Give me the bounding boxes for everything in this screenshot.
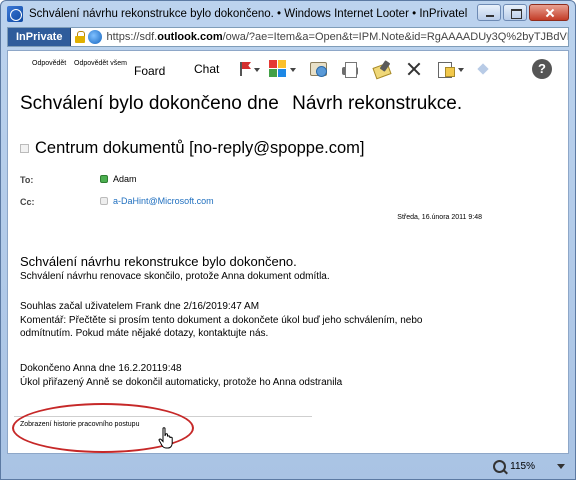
subject-part-1: Schválení bylo dokončeno dne: [20, 93, 279, 114]
rules-icon[interactable]: [372, 59, 392, 79]
flag-dropdown-icon[interactable]: [254, 68, 260, 72]
offline-presence-icon: [100, 197, 108, 205]
move-to-folder-icon[interactable]: [436, 59, 456, 79]
to-recipient-name: Adam: [113, 174, 137, 184]
inprivate-badge[interactable]: InPrivate: [8, 28, 72, 46]
flag-icon[interactable]: [234, 59, 254, 79]
body-line-1: Schválení návrhu renovace skončilo, prot…: [20, 271, 330, 282]
body-approval-block: Souhlas začal uživatelem Frank dne 2/16/…: [20, 300, 423, 341]
body-completed: Dokončeno Anna dne 16.2.20119:48: [20, 363, 182, 374]
sender-name[interactable]: Centrum dokumentů [no-reply@spoppe.com]: [35, 139, 365, 158]
body-title: Schválení návrhu rekonstrukce bylo dokon…: [20, 254, 297, 269]
forward-button[interactable]: Foard: [134, 64, 165, 78]
zoom-dropdown-icon[interactable]: [557, 463, 565, 469]
content-viewport: Odpovědět Odpovědět všem Foard Chat ? Sc…: [7, 50, 569, 454]
zoom-level: 115%: [510, 460, 535, 472]
browser-window: Schválení návrhu rekonstrukce bylo dokon…: [0, 0, 576, 480]
caption-buttons: [477, 4, 569, 21]
cc-recipient-name: a-DaHint@Microsoft.com: [113, 196, 214, 206]
maximize-button[interactable]: [503, 4, 527, 21]
minimize-button[interactable]: [477, 4, 501, 21]
body-auto: Úkol přiřazený Anně se dokončil automati…: [20, 376, 343, 388]
body-started: Souhlas začal uživatelem Frank dne 2/16/…: [20, 301, 260, 312]
site-favicon-icon: [88, 30, 103, 44]
close-button[interactable]: [529, 4, 569, 21]
body-comment-2: odmítnutím. Pokud máte nějaké dotazy, ko…: [20, 328, 269, 339]
browser-logo-icon: [7, 6, 23, 22]
to-label: To:: [20, 175, 34, 185]
security-indicator[interactable]: [75, 30, 103, 44]
reply-all-button[interactable]: Odpovědět všem: [74, 60, 127, 67]
chat-button[interactable]: Chat: [194, 62, 219, 76]
cc-recipient[interactable]: a-DaHint@Microsoft.com: [100, 196, 214, 206]
status-bar: 115%: [1, 455, 575, 477]
cc-label: Cc:: [20, 197, 35, 207]
to-recipient[interactable]: Adam: [100, 174, 137, 184]
delete-icon[interactable]: [404, 59, 424, 79]
address-bar[interactable]: InPrivate https://sdf.outlook.com/owa/?a…: [7, 27, 569, 47]
online-presence-icon: [100, 175, 108, 183]
zoom-control[interactable]: 115%: [493, 459, 565, 473]
meeting-icon[interactable]: [308, 59, 328, 79]
url-field[interactable]: https://sdf.outlook.com/owa/?ae=Item&a=O…: [106, 31, 568, 43]
reply-button[interactable]: Odpovědět: [32, 60, 66, 67]
window-title: Schválení návrhu rekonstrukce bylo dokon…: [29, 8, 468, 20]
lock-icon: [75, 31, 86, 43]
categories-icon[interactable]: [268, 59, 288, 79]
body-completed-block: Dokončeno Anna dne 16.2.20119:48 Úkol př…: [20, 362, 342, 389]
title-bar: Schválení návrhu rekonstrukce bylo dokon…: [1, 1, 575, 27]
message-subject: Schválení bylo dokončeno dne Návrh rekon…: [20, 93, 462, 115]
navigate-icon[interactable]: [474, 59, 494, 79]
body-heading-block: Schválení návrhu rekonstrukce bylo dokon…: [20, 254, 330, 284]
zoom-icon: [493, 459, 507, 473]
sender-row: Centrum dokumentů [no-reply@spoppe.com]: [20, 139, 365, 158]
sent-date: Středa, 16.února 2011 9:48: [397, 214, 482, 221]
url-domain: outlook.com: [157, 31, 223, 43]
url-rest: /owa/?ae=Item&a=Open&t=IPM.Note&id=RgAAA…: [222, 31, 568, 43]
subject-part-2: Návrh rekonstrukce.: [292, 93, 463, 114]
sender-presence-icon: [20, 144, 29, 153]
help-icon[interactable]: ?: [532, 59, 552, 79]
body-comment-1: Komentář: Přečtěte si prosím tento dokum…: [20, 314, 423, 326]
categories-dropdown-icon[interactable]: [290, 68, 296, 72]
move-dropdown-icon[interactable]: [458, 68, 464, 72]
url-prefix: https://sdf.: [106, 31, 158, 43]
print-icon[interactable]: [340, 59, 360, 79]
mail-toolbar: Odpovědět Odpovědět všem Foard Chat ?: [8, 55, 568, 85]
hand-cursor-icon: [158, 427, 173, 449]
